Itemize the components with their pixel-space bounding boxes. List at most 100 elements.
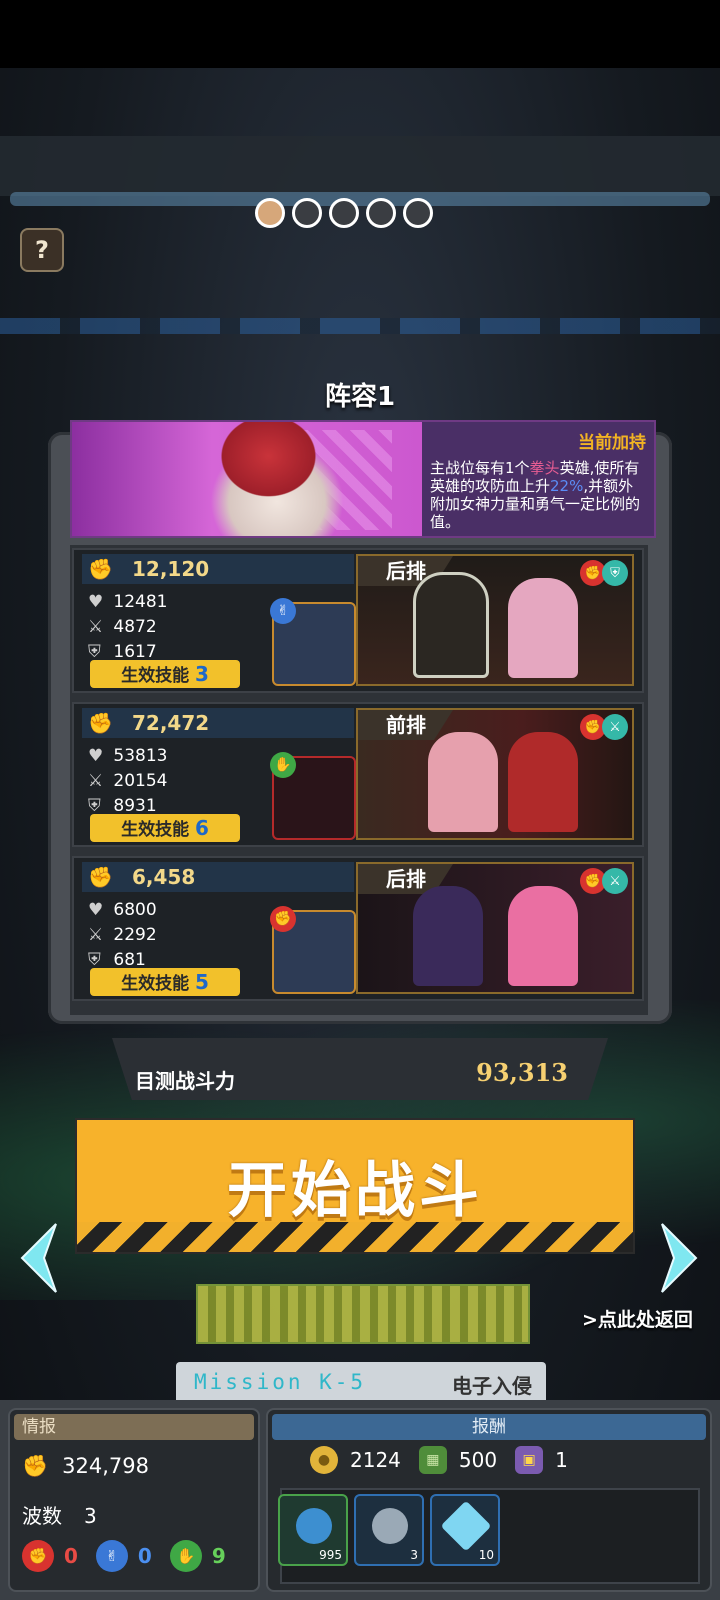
active-skills-badge[interactable]: 生效技能 6	[90, 814, 240, 842]
fist-icon: ✊	[88, 711, 113, 735]
mission-name: 电子入侵	[452, 1374, 532, 1398]
team-row[interactable]: ✊ 6,458 ♥ 6800 ⚔ 2292 ⛨ 681 生效技能 5 ✊ 后排 …	[72, 856, 644, 1001]
team-row[interactable]: ✊ 12,120 ♥ 12481 ⚔ 4872 ⛨ 1617 生效技能 3 ✌ …	[72, 548, 644, 693]
team-scene[interactable]: 后排 ✊ ⚔	[356, 862, 634, 994]
fist-icon: ✊	[22, 1454, 49, 1478]
next-lineup-button[interactable]	[660, 1220, 700, 1296]
page-dot[interactable]	[403, 198, 433, 228]
page-indicator	[255, 198, 433, 228]
team-scene[interactable]: 后排 ✊ ⛨	[356, 554, 634, 686]
cash-icon: ▦	[418, 1446, 447, 1474]
team-hp: ♥ 53813	[88, 746, 168, 766]
back-link[interactable]: >点此处返回	[582, 1305, 693, 1332]
lineup-title: 阵容1	[324, 382, 396, 412]
shield-icon: ⛨	[602, 560, 628, 586]
team-power: 6,458	[132, 865, 196, 889]
element-count: ✌ 0	[95, 1540, 152, 1572]
sword-badge-icon: ⚔	[602, 714, 628, 740]
team-atk: ⚔ 2292	[88, 925, 157, 945]
fist-icon: ✊	[88, 557, 113, 581]
team-hp: ♥ 6800	[88, 900, 157, 920]
scissors-icon: ✌	[95, 1540, 128, 1572]
position-tag: 前排	[358, 710, 453, 740]
page-dot[interactable]	[366, 198, 396, 228]
team-power: 72,472	[132, 711, 210, 735]
team-hp: ♥ 12481	[88, 592, 168, 612]
heart-icon: ♥	[88, 592, 104, 612]
rewards-header: 报酬	[272, 1414, 706, 1440]
hero-sprite	[413, 572, 489, 678]
bonus-text-box: 当前加持 主战位每有1个拳头英雄,使所有英雄的攻防血上升22%,并额外附加女神力…	[422, 422, 654, 536]
background-lights	[0, 318, 720, 334]
hero-sprite	[428, 732, 498, 832]
shield-icon: ⛨	[88, 642, 101, 662]
currency: ▦ 500	[418, 1446, 497, 1474]
start-battle-button[interactable]: 开始战斗	[75, 1118, 635, 1254]
reward-item[interactable]: 10	[430, 1494, 500, 1566]
team-badges: ✊ ⚔	[580, 714, 628, 740]
reward-item[interactable]: 3	[354, 1494, 424, 1566]
bonus-header: 当前加持	[578, 433, 646, 453]
currency: ● 2124	[310, 1446, 401, 1474]
shield-icon: ⛨	[88, 796, 101, 816]
currency: ▣ 1	[515, 1446, 568, 1474]
fist-icon: ✊	[270, 906, 296, 932]
bonus-hero-art	[72, 422, 422, 536]
shield-icon: ⛨	[88, 950, 101, 970]
machine-grille	[196, 1284, 530, 1344]
help-button[interactable]: ?	[20, 228, 64, 272]
background-strip	[0, 136, 720, 196]
question-icon: ?	[35, 236, 49, 264]
page-dot[interactable]	[255, 198, 285, 228]
crystal-icon	[440, 1500, 492, 1552]
chevron-right-icon	[661, 1223, 698, 1293]
team-badges: ✊ ⚔	[580, 868, 628, 894]
sword-icon: ⚔	[88, 617, 104, 637]
page-dot[interactable]	[292, 198, 322, 228]
active-skills-badge[interactable]: 生效技能 5	[90, 968, 240, 996]
sword-icon: ⚔	[88, 925, 104, 945]
scissors-icon: ✌	[270, 598, 296, 624]
team-stats: ✊ 12,120 ♥ 12481 ⚔ 4872 ⛨ 1617 生效技能 3 ✌	[82, 554, 356, 688]
ticket-icon: ▣	[515, 1446, 544, 1474]
page-dot[interactable]	[329, 198, 359, 228]
bonus-description: 主战位每有1个拳头英雄,使所有英雄的攻防血上升22%,并额外附加女神力量和勇气一…	[430, 459, 641, 531]
gear-core-icon	[296, 1508, 332, 1544]
bonus-banner: 当前加持 主战位每有1个拳头英雄,使所有英雄的攻防血上升22%,并额外附加女神力…	[70, 420, 656, 538]
element-count: ✊ 0	[22, 1540, 78, 1572]
prev-lineup-button[interactable]	[18, 1220, 58, 1296]
reward-currencies: ● 2124 ▦ 500 ▣ 1	[310, 1446, 568, 1474]
sword-icon: ⚔	[88, 771, 104, 791]
team-power-row: ✊ 6,458	[82, 862, 354, 892]
hero-sprite	[413, 886, 483, 986]
mission-code: Mission K-5	[194, 1370, 367, 1394]
team-atk: ⚔ 20154	[88, 771, 168, 791]
reward-item[interactable]: 995	[278, 1494, 348, 1566]
combat-power-label: 目测战斗力	[135, 1069, 235, 1093]
egg-icon	[372, 1508, 408, 1544]
team-def: ⛨ 1617	[88, 642, 157, 662]
team-atk: ⚔ 4872	[88, 617, 157, 637]
waves-info: 波数 3	[22, 1504, 97, 1528]
intel-header: 情报	[14, 1414, 254, 1440]
coin-icon: ●	[310, 1446, 338, 1474]
team-stats: ✊ 6,458 ♥ 6800 ⚔ 2292 ⛨ 681 生效技能 5 ✊	[82, 862, 356, 996]
start-battle-label: 开始战斗	[227, 1156, 483, 1226]
combat-power-value: 93,313	[476, 1058, 568, 1087]
fist-icon: ✊	[88, 865, 113, 889]
team-def: ⛨ 681	[88, 950, 146, 970]
team-badges: ✊ ⛨	[580, 560, 628, 586]
fist-icon: ✊	[22, 1540, 54, 1572]
enemy-elements: ✊ 0 ✌ 0 ✋ 9	[22, 1540, 226, 1572]
heart-icon: ♥	[88, 900, 104, 920]
chevron-left-icon	[20, 1223, 57, 1293]
team-power: 12,120	[132, 557, 210, 581]
active-skills-badge[interactable]: 生效技能 3	[90, 660, 240, 688]
hero-sprite	[508, 886, 578, 986]
team-def: ⛨ 8931	[88, 796, 157, 816]
team-scene[interactable]: 前排 ✊ ⚔	[356, 708, 634, 840]
element-count: ✋ 9	[169, 1540, 226, 1572]
team-power-row: ✊ 12,120	[82, 554, 354, 584]
team-row[interactable]: ✊ 72,472 ♥ 53813 ⚔ 20154 ⛨ 8931 生效技能 6 ✋…	[72, 702, 644, 847]
sword-badge-icon: ⚔	[602, 868, 628, 894]
